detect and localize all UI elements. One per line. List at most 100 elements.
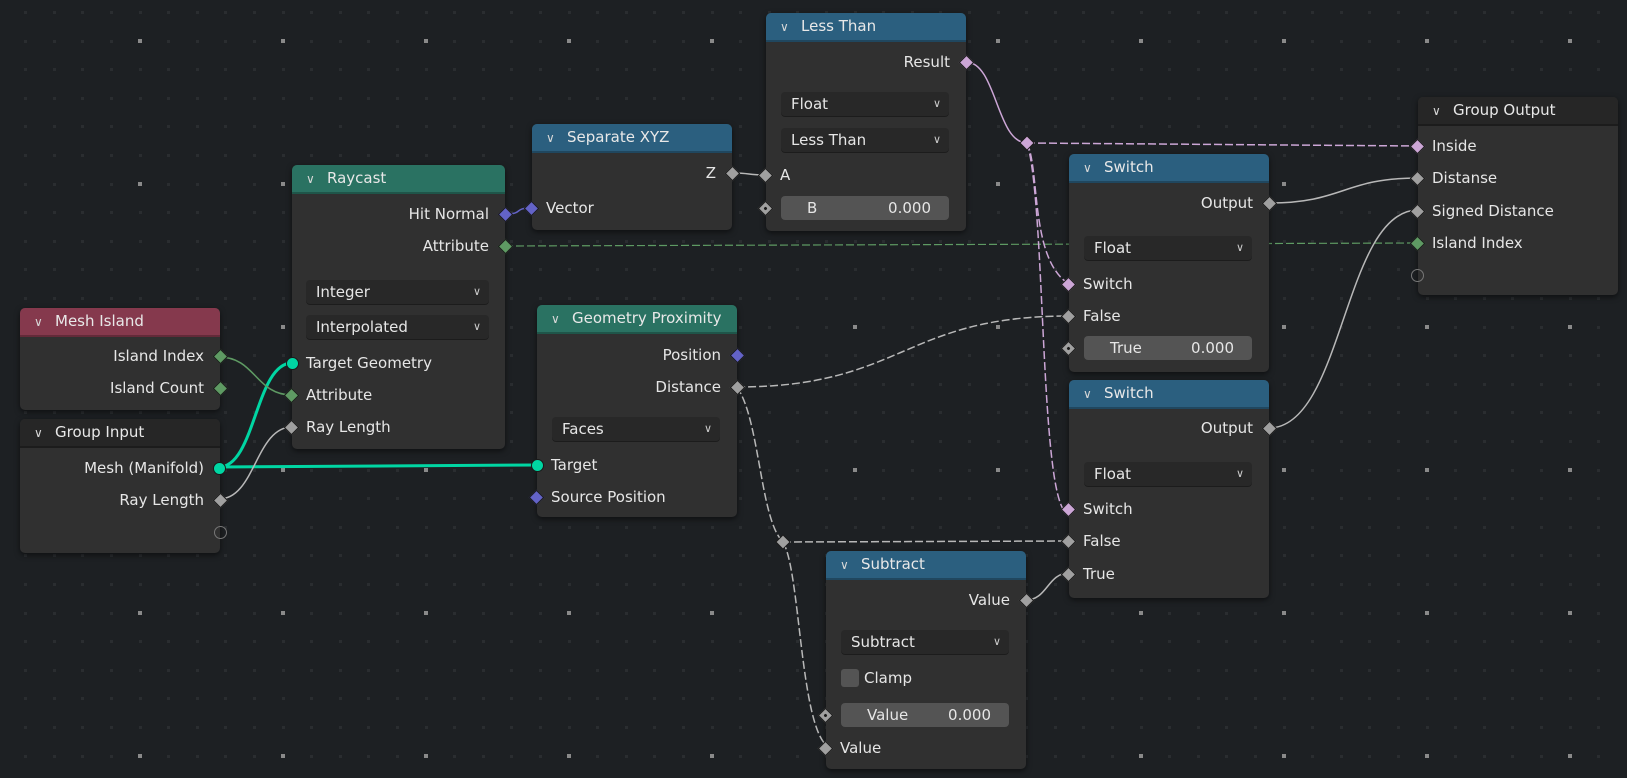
grid-dot-minor [339,497,342,500]
chevron-down-icon[interactable]: ∨ [780,14,794,40]
grid-dot-minor [825,497,828,500]
data-type-dropdown[interactable]: Integer ∨ [306,280,489,304]
node-group-input[interactable]: ∨ Group Input Mesh (Manifold) Ray Length [20,419,229,553]
node-header[interactable]: ∨ Subtract [826,551,1026,580]
input-a: A [757,163,966,187]
node-switch-1[interactable]: ∨ Switch Output Float ∨ Switch False True 0… [1060,154,1278,372]
grid-dot-minor [653,640,656,643]
grid-dot-minor [1569,697,1572,700]
grid-dot-minor [1197,669,1200,672]
grid-dot-minor [1054,154,1057,157]
chevron-down-icon[interactable]: ∨ [840,552,854,578]
grid-dot-minor [1511,383,1514,386]
grid-dot-minor [711,526,714,529]
grid-dot-minor [882,326,885,329]
chevron-down-icon[interactable]: ∨ [34,420,48,446]
socket-empty[interactable] [214,526,227,539]
input-type-dropdown[interactable]: Float ∨ [1084,462,1252,486]
grid-dot-minor [510,497,513,500]
grid-dot-minor [768,326,771,329]
node-header[interactable]: ∨ Separate XYZ [532,124,732,153]
chevron-down-icon[interactable]: ∨ [306,166,320,192]
mapping-dropdown[interactable]: Interpolated ∨ [306,315,489,339]
node-switch-2[interactable]: ∨ Switch Output Float ∨ Switch False True [1060,380,1278,598]
grid-dot-minor [196,268,199,271]
grid-dot-minor [825,240,828,243]
value-field[interactable]: Value 0.000 [841,703,1009,727]
grid-dot-minor [1311,383,1314,386]
grid-dot-minor [1368,440,1371,443]
grid-dot-major [1568,39,1572,43]
grid-dot-minor [768,526,771,529]
grid-dot-minor [596,526,599,529]
target-element-dropdown[interactable]: Faces ∨ [552,417,720,441]
grid-dot-minor [1454,297,1457,300]
chevron-down-icon[interactable]: ∨ [1432,98,1446,124]
grid-dot-minor [997,383,1000,386]
chevron-down-icon[interactable]: ∨ [34,309,48,335]
grid-dot-major [1425,468,1429,472]
chevron-down-icon[interactable]: ∨ [546,125,560,151]
grid-dot-minor [1483,40,1486,43]
true-value-field[interactable]: True 0.000 [1084,336,1252,360]
node-geometry-proximity[interactable]: ∨ Geometry Proximity Position Distance Fa… [528,305,746,517]
node-header[interactable]: ∨ Switch [1069,380,1269,409]
input-empty [1411,263,1618,287]
grid-dot-minor [1082,40,1085,43]
grid-dot-minor [1054,68,1057,71]
node-mesh-island[interactable]: ∨ Mesh Island Island Index Island Count [20,308,229,410]
node-group-output[interactable]: ∨ Group Output Inside Distanse Signed Dis… [1409,97,1618,295]
grid-dot-minor [1511,40,1514,43]
grid-dot-minor [1054,211,1057,214]
node-subtract[interactable]: ∨ Subtract Value Subtract ∨ Clamp Value 0.0… [817,551,1035,769]
node-separate-xyz[interactable]: ∨ Separate XYZ Z Vector [523,124,741,230]
operation-dropdown[interactable]: Less Than ∨ [781,128,949,152]
grid-dot-minor [596,612,599,615]
node-less-than[interactable]: ∨ Less Than Result Float ∨ Less Than ∨ A B0… [757,13,975,231]
node-raycast[interactable]: ∨ Raycast Hit Normal Attribute Integer ∨ I… [283,165,514,449]
grid-dot-minor [1054,497,1057,500]
grid-dot-minor [1111,11,1114,14]
grid-dot-minor [768,268,771,271]
grid-dot-minor [1426,354,1429,357]
node-header[interactable]: ∨ Switch [1069,154,1269,183]
node-header[interactable]: ∨ Less Than [766,13,966,42]
node-header[interactable]: ∨ Geometry Proximity [537,305,737,334]
socket-empty[interactable] [1411,269,1424,282]
node-header[interactable]: ∨ Group Input [20,419,220,448]
socket-target-geometry[interactable] [286,357,299,370]
socket-target[interactable] [531,459,544,472]
data-type-dropdown[interactable]: Float ∨ [781,92,949,116]
grid-dot-minor [81,669,84,672]
grid-dot-minor [1569,68,1572,71]
grid-dot-minor [1111,68,1114,71]
grid-dot-minor [711,583,714,586]
grid-dot-minor [1025,40,1028,43]
chevron-down-icon[interactable]: ∨ [1083,381,1097,407]
chevron-down-icon: ∨ [472,320,481,333]
grid-dot-minor [1054,240,1057,243]
node-header[interactable]: ∨ Group Output [1418,97,1618,126]
grid-dot-minor [739,326,742,329]
node-header[interactable]: ∨ Mesh Island [20,308,220,337]
chevron-down-icon[interactable]: ∨ [1083,155,1097,181]
grid-dot-minor [1254,125,1257,128]
grid-dot-minor [653,697,656,700]
grid-dot-minor [253,240,256,243]
b-value-field[interactable]: B 0.000 [781,196,949,220]
grid-dot-minor [1426,726,1429,729]
chevron-down-icon[interactable]: ∨ [551,306,565,332]
input-type-dropdown[interactable]: Float ∨ [1084,236,1252,260]
grid-dot-minor [1311,97,1314,100]
grid-dot-minor [510,526,513,529]
grid-dot-major [710,754,714,758]
grid-dot-minor [1540,669,1543,672]
grid-dot-minor [1197,68,1200,71]
operation-dropdown[interactable]: Subtract ∨ [841,630,1009,654]
grid-dot-minor [1454,411,1457,414]
node-header[interactable]: ∨ Raycast [292,165,505,194]
grid-dot-minor [510,268,513,271]
grid-dot-minor [339,612,342,615]
grid-dot-minor [1597,583,1600,586]
socket-mesh-manifold[interactable] [213,462,226,475]
